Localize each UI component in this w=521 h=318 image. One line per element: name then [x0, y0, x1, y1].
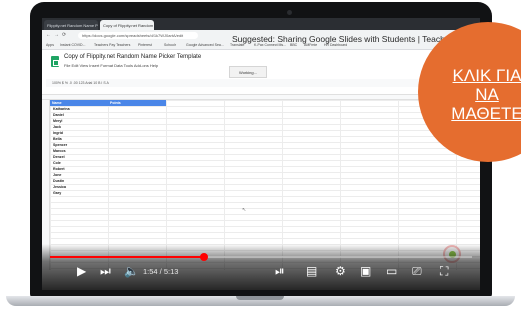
next-icon[interactable]: ⏭: [100, 264, 111, 278]
bookmark-item[interactable]: Apps: [46, 43, 54, 47]
bookmark-item[interactable]: Pinterest: [138, 43, 152, 47]
settings-gear-icon[interactable]: ⚙: [335, 264, 346, 278]
theater-mode-icon[interactable]: ▭: [386, 264, 397, 278]
cast-icon[interactable]: ⎚: [412, 264, 422, 278]
volume-icon[interactable]: 🔈: [124, 264, 139, 278]
back-icon[interactable]: ←: [46, 32, 51, 38]
badge-line-3: ΜΑΘΕΤΕ: [451, 104, 521, 123]
mouse-cursor-icon: ↖: [242, 207, 247, 213]
formula-bar[interactable]: [42, 88, 480, 95]
time-display: 1:54 / 5:13: [143, 267, 179, 276]
url-field[interactable]: https://docs.google.com/spreadsheets/d/1…: [78, 32, 198, 39]
subtitles-icon[interactable]: ▤: [306, 264, 317, 278]
forward-icon[interactable]: →: [54, 32, 59, 38]
browser-tab-bar: Flippity.net Random Name P Copy of Flipp…: [42, 18, 480, 30]
badge-line-1: ΚΛΙΚ ΓΙΑ: [452, 66, 521, 85]
browser-tab-2[interactable]: Copy of Flippity.net Random: [100, 20, 154, 30]
miniplayer-icon[interactable]: ▣: [360, 264, 371, 278]
sheets-toolbar[interactable]: 100% $ % .0 .00 123 Arial 10 B I S A: [46, 79, 476, 87]
name-list: Katharina Daniel Meryl Jack Ingrid Bella Spenc…: [53, 106, 70, 196]
page: Flippity.net Random Name P Copy of Flipp…: [0, 0, 521, 318]
header-cell-points[interactable]: Points: [108, 100, 166, 106]
play-icon[interactable]: ▶: [77, 264, 86, 278]
badge-line-2: ΝΑ: [475, 85, 499, 104]
name-cell[interactable]: Gary: [53, 190, 70, 196]
laptop-notch: [236, 296, 284, 300]
bookmark-item[interactable]: Instant COVID...: [60, 43, 85, 47]
sheets-menu-bar[interactable]: File Edit View Insert Format Data Tools …: [64, 63, 158, 68]
progress-bar[interactable]: [50, 253, 472, 261]
autoplay-toggle-icon[interactable]: ⏯: [275, 264, 285, 278]
reload-icon[interactable]: ⟳: [62, 32, 66, 38]
webcam-icon: [287, 10, 292, 15]
suggested-video-title[interactable]: Suggested: Sharing Google Slides with St…: [232, 34, 470, 44]
video-screen[interactable]: Flippity.net Random Name P Copy of Flipp…: [42, 18, 480, 290]
fullscreen-icon[interactable]: ⛶: [440, 264, 448, 278]
progress-fill: [50, 256, 204, 258]
progress-scrubber[interactable]: [199, 253, 208, 261]
bookmark-item[interactable]: Google Advanced Sea...: [186, 43, 224, 47]
badge-label[interactable]: ΚΛΙΚ ΓΙΑ ΝΑ ΜΑΘΕΤΕ: [428, 66, 521, 123]
bookmark-item[interactable]: Teachers Pay Teachers: [94, 43, 130, 47]
sheets-logo-icon: [51, 56, 59, 67]
bookmark-item[interactable]: Schoolr: [164, 43, 176, 47]
document-title[interactable]: Copy of Flippity.net Random Name Picker …: [64, 54, 201, 60]
working-status: Working...: [229, 66, 267, 78]
browser-tab-1[interactable]: Flippity.net Random Name P: [44, 20, 98, 30]
